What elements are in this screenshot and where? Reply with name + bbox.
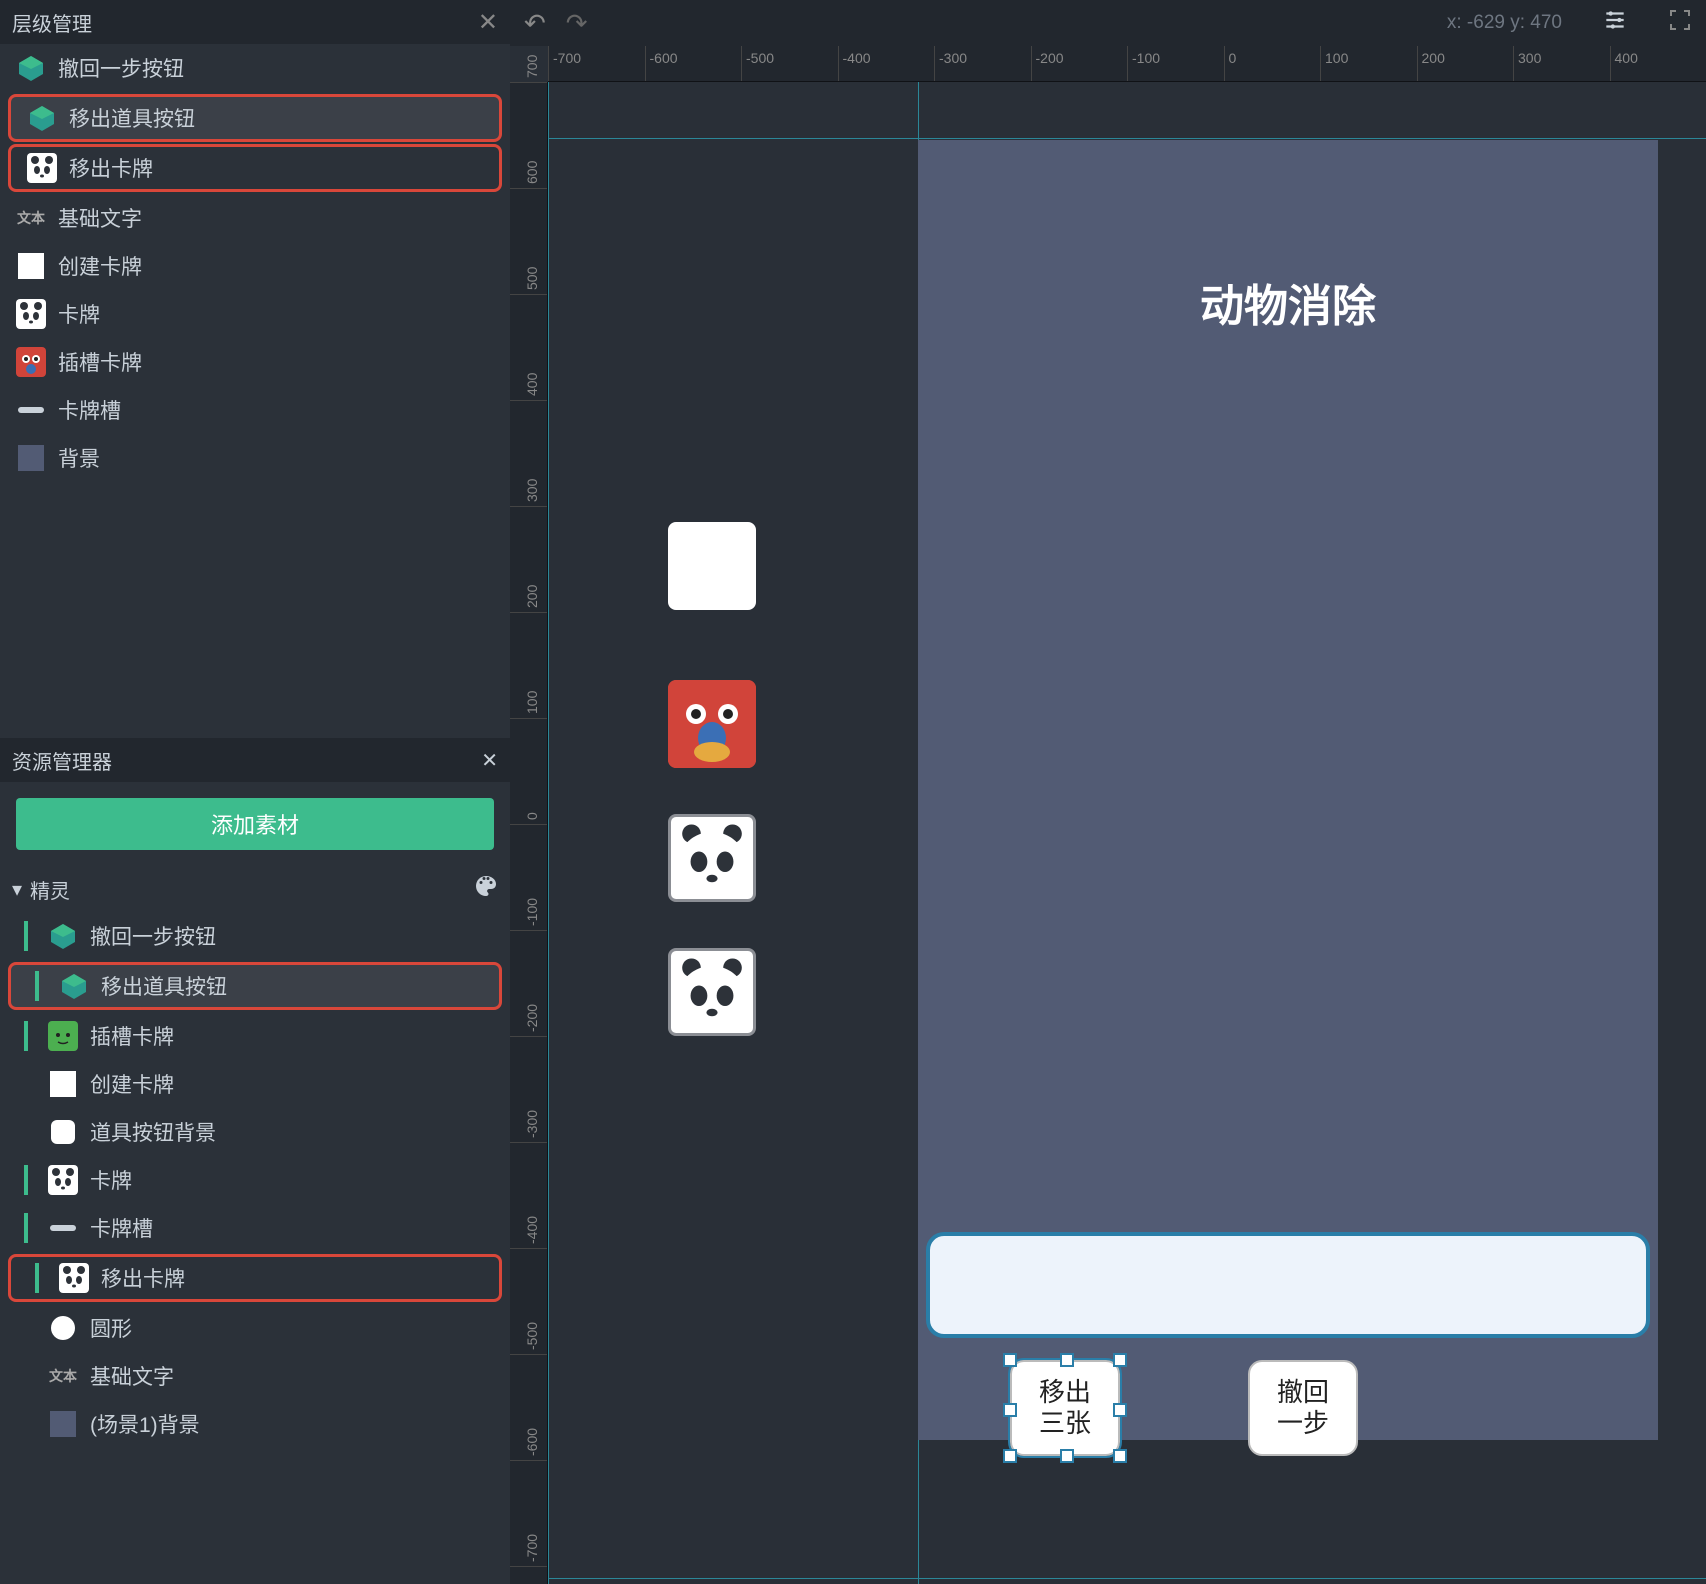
item-label: 创建卡牌 bbox=[58, 251, 142, 281]
bg-icon bbox=[16, 443, 46, 473]
category-label: 精灵 bbox=[30, 875, 70, 904]
circle-icon bbox=[48, 1313, 78, 1343]
cube-teal-icon bbox=[27, 103, 57, 133]
cube-teal-icon bbox=[16, 53, 46, 83]
list-item[interactable]: 插槽卡牌 bbox=[0, 338, 510, 386]
guide-line bbox=[548, 82, 549, 1584]
list-item[interactable]: 移出卡牌 bbox=[8, 144, 502, 192]
item-label: 卡牌槽 bbox=[58, 395, 121, 425]
list-item[interactable]: 卡牌槽 bbox=[0, 1204, 510, 1252]
button-label: 撤回 一步 bbox=[1277, 1377, 1329, 1439]
parrot-icon bbox=[16, 347, 46, 377]
remove-three-button-sprite[interactable]: 移出 三张 bbox=[1010, 1360, 1120, 1456]
item-label: 基础文字 bbox=[58, 203, 142, 233]
panda-icon bbox=[48, 1165, 78, 1195]
list-item[interactable]: 背景 bbox=[0, 434, 510, 482]
parrot-card-sprite[interactable] bbox=[668, 680, 756, 768]
list-item[interactable]: 文本基础文字 bbox=[0, 1352, 510, 1400]
cube-teal-icon bbox=[59, 971, 89, 1001]
item-label: 基础文字 bbox=[90, 1361, 174, 1391]
item-label: 道具按钮背景 bbox=[90, 1117, 216, 1147]
list-item[interactable]: 创建卡牌 bbox=[0, 1060, 510, 1108]
list-item[interactable]: 道具按钮背景 bbox=[0, 1108, 510, 1156]
resource-list: 撤回一步按钮移出道具按钮插槽卡牌创建卡牌道具按钮背景卡牌卡牌槽移出卡牌圆形文本基… bbox=[0, 912, 510, 1448]
bg-icon bbox=[48, 1409, 78, 1439]
undo-icon[interactable]: ↶ bbox=[524, 8, 546, 39]
item-label: 圆形 bbox=[90, 1313, 132, 1343]
panda-card-sprite[interactable] bbox=[668, 948, 756, 1036]
list-item[interactable]: 撤回一步按钮 bbox=[0, 44, 510, 92]
panda-icon bbox=[16, 299, 46, 329]
redo-icon[interactable]: ↷ bbox=[566, 8, 588, 39]
ruler-horizontal: -700-600-500-400-300-200-100010020030040… bbox=[548, 46, 1706, 82]
list-item[interactable]: 卡牌槽 bbox=[0, 386, 510, 434]
list-item[interactable]: 卡牌 bbox=[0, 290, 510, 338]
item-label: 卡牌槽 bbox=[90, 1213, 153, 1243]
fullscreen-icon[interactable] bbox=[1668, 8, 1692, 39]
palette-icon[interactable] bbox=[474, 874, 498, 904]
slot-icon bbox=[48, 1213, 78, 1243]
list-item[interactable]: 移出道具按钮 bbox=[8, 962, 502, 1010]
caret-down-icon: ▾ bbox=[12, 877, 22, 902]
item-label: 撤回一步按钮 bbox=[90, 921, 216, 951]
txt-icon: 文本 bbox=[48, 1361, 78, 1391]
card-slot-sprite[interactable] bbox=[926, 1232, 1650, 1338]
resources-title: 资源管理器 bbox=[12, 746, 112, 775]
item-label: 卡牌 bbox=[90, 1165, 132, 1195]
item-label: 移出卡牌 bbox=[69, 153, 153, 183]
list-item[interactable]: 插槽卡牌 bbox=[0, 1012, 510, 1060]
item-label: 撤回一步按钮 bbox=[58, 53, 184, 83]
sprite-category-row[interactable]: ▾ 精灵 bbox=[0, 866, 510, 912]
txt-icon: 文本 bbox=[16, 203, 46, 233]
cube-teal-icon bbox=[48, 921, 78, 951]
list-item[interactable]: 移出道具按钮 bbox=[8, 94, 502, 142]
resources-panel-header: 资源管理器 ✕ bbox=[0, 738, 510, 782]
item-label: 移出道具按钮 bbox=[101, 971, 227, 1001]
layers-title: 层级管理 bbox=[12, 8, 92, 37]
panda-icon bbox=[27, 153, 57, 183]
item-label: (场景1)背景 bbox=[90, 1409, 200, 1439]
close-icon[interactable]: ✕ bbox=[478, 8, 498, 37]
list-item[interactable]: 创建卡牌 bbox=[0, 242, 510, 290]
canvas-area: ↶ ↷ x: -629 y: 470 -700-600-500-400-300-… bbox=[510, 0, 1706, 1584]
close-icon[interactable]: ✕ bbox=[481, 748, 498, 773]
item-label: 插槽卡牌 bbox=[90, 1021, 174, 1051]
round-sq-icon bbox=[48, 1117, 78, 1147]
white-sq-icon bbox=[16, 251, 46, 281]
white-sq-icon bbox=[48, 1069, 78, 1099]
panda-card-sprite[interactable] bbox=[668, 814, 756, 902]
coordinates-display: x: -629 y: 470 bbox=[1447, 12, 1562, 34]
slot-icon bbox=[16, 395, 46, 425]
list-item[interactable]: 卡牌 bbox=[0, 1156, 510, 1204]
canvas-toolbar: ↶ ↷ x: -629 y: 470 bbox=[510, 0, 1706, 46]
item-label: 创建卡牌 bbox=[90, 1069, 174, 1099]
list-item[interactable]: 圆形 bbox=[0, 1304, 510, 1352]
guide-line bbox=[548, 1578, 1706, 1579]
button-label: 移出 三张 bbox=[1039, 1377, 1091, 1439]
item-label: 背景 bbox=[58, 443, 100, 473]
game-title-text[interactable]: 动物消除 bbox=[918, 270, 1658, 334]
layers-panel-header: 层级管理 ✕ bbox=[0, 0, 510, 44]
canvas[interactable]: 动物消除 移出 三张 撤回 一步 bbox=[548, 82, 1706, 1584]
list-item[interactable]: (场景1)背景 bbox=[0, 1400, 510, 1448]
list-item[interactable]: 文本基础文字 bbox=[0, 194, 510, 242]
panda-icon bbox=[59, 1263, 89, 1293]
layers-list: 撤回一步按钮移出道具按钮移出卡牌文本基础文字创建卡牌卡牌插槽卡牌卡牌槽背景 bbox=[0, 44, 510, 734]
settings-icon[interactable] bbox=[1602, 7, 1628, 40]
green-face-icon bbox=[48, 1021, 78, 1051]
guide-line bbox=[548, 138, 1706, 139]
item-label: 移出道具按钮 bbox=[69, 103, 195, 133]
list-item[interactable]: 移出卡牌 bbox=[8, 1254, 502, 1302]
create-card-sprite[interactable] bbox=[668, 522, 756, 610]
item-label: 插槽卡牌 bbox=[58, 347, 142, 377]
list-item[interactable]: 撤回一步按钮 bbox=[0, 912, 510, 960]
item-label: 移出卡牌 bbox=[101, 1263, 185, 1293]
ruler-vertical: 7006005004003002001000-100-200-300-400-5… bbox=[510, 82, 548, 1584]
item-label: 卡牌 bbox=[58, 299, 100, 329]
undo-step-button-sprite[interactable]: 撤回 一步 bbox=[1248, 1360, 1358, 1456]
add-asset-button[interactable]: 添加素材 bbox=[16, 798, 494, 850]
